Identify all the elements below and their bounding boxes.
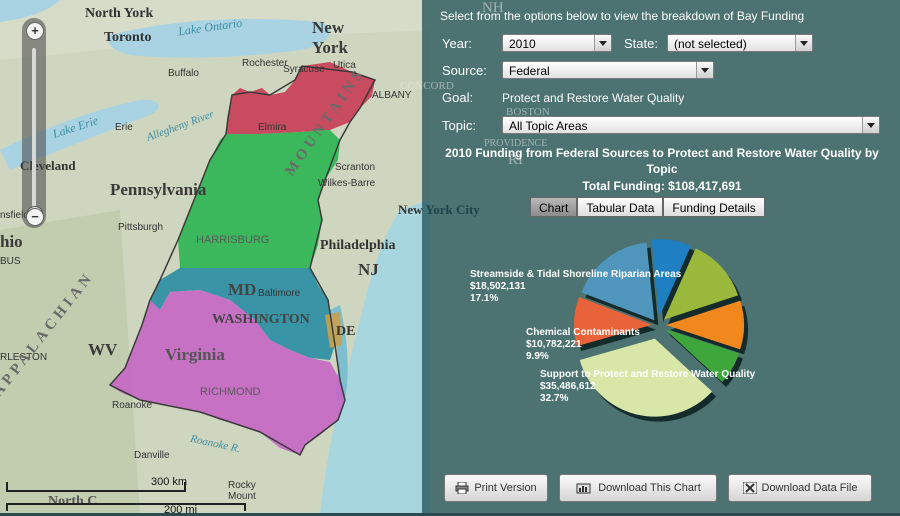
map-label-richmond: RICHMOND [200, 386, 261, 398]
map-label-nj: NJ [358, 260, 379, 279]
map-label-de: DE [336, 324, 356, 339]
pie-label-percent: 9.9% [526, 351, 549, 362]
map-label-md: MD [228, 280, 257, 299]
download-data-file-label: Download Data File [761, 482, 858, 494]
goal-label: Goal: [442, 90, 474, 105]
download-chart-button[interactable]: Download This Chart [559, 474, 717, 502]
scale-mi-label: 200 mi [164, 504, 198, 516]
pie-label-percent: 32.7% [540, 393, 568, 404]
year-select[interactable]: 2010 [502, 34, 612, 52]
pie-label-value: $18,502,131 [470, 281, 526, 292]
map-label-ohio: hio [0, 232, 23, 251]
map-label-pennsylvania: Pennsylvania [110, 180, 207, 199]
map-label-roanoke: Roanoke [112, 400, 153, 411]
topic-select-value: All Topic Areas [509, 119, 588, 133]
map-label-rochester: Rochester [242, 58, 288, 69]
source-label: Source: [442, 63, 487, 78]
source-select-value: Federal [509, 64, 550, 78]
scale-km-label: 300 km [151, 476, 188, 488]
pie-label-value: $35,486,612 [540, 381, 596, 392]
view-tabs: Chart Tabular Data Funding Details [530, 197, 765, 217]
topic-label: Topic: [442, 118, 476, 133]
map-label-virginia: Virginia [165, 345, 225, 364]
scale-bar: 300 km 200 mi [6, 476, 256, 516]
map-label-syracuse: Syracuse [283, 64, 325, 75]
chevron-down-icon [862, 117, 879, 133]
panel-intro: Select from the options below to view th… [440, 9, 805, 23]
map-label-wv: WV [88, 340, 118, 359]
map-label-scranton: Scranton [335, 162, 376, 173]
pie-label-name: Support to Protect and Restore Water Qua… [540, 369, 756, 380]
state-label: State: [624, 36, 658, 51]
pie-label-name: Streamside & Tidal Shoreline Riparian Ar… [470, 269, 682, 280]
excel-file-icon [742, 482, 757, 494]
chevron-down-icon [594, 35, 611, 51]
tab-chart[interactable]: Chart [530, 197, 578, 217]
print-version-label: Print Version [474, 482, 537, 494]
state-select-value: (not selected) [674, 37, 747, 51]
map-label-baltimore: Baltimore [258, 288, 301, 299]
map-label-philadelphia: Philadelphia [320, 238, 396, 253]
map-label-bus: BUS [0, 256, 21, 267]
map-label-buffalo: Buffalo [168, 68, 199, 79]
map-label-new-york: New York [312, 18, 348, 57]
zoom-control[interactable]: + − [22, 18, 46, 228]
printer-icon [455, 482, 469, 494]
pie-chart[interactable]: Streamside & Tidal Shoreline Riparian Ar… [422, 225, 900, 465]
tab-funding-details[interactable]: Funding Details [663, 197, 765, 217]
pie-label-value: $10,782,221 [526, 339, 582, 350]
pie-label-percent: 17.1% [470, 293, 498, 304]
chart-title: 2010 Funding from Federal Sources to Pro… [445, 146, 879, 176]
print-version-button[interactable]: Print Version [444, 474, 548, 502]
chevron-down-icon [795, 35, 812, 51]
map-label-north-york: North York [85, 6, 154, 21]
map-label-wilkes-barre: Wilkes-Barre [318, 178, 376, 189]
map-label-toronto: Toronto [104, 30, 152, 45]
goal-value: Protect and Restore Water Quality [502, 91, 685, 105]
year-select-value: 2010 [509, 37, 536, 51]
source-select[interactable]: Federal [502, 61, 714, 79]
year-label: Year: [442, 36, 472, 51]
tab-tabular-data[interactable]: Tabular Data [577, 197, 664, 217]
state-select[interactable]: (not selected) [667, 34, 813, 52]
zoom-slider-track[interactable] [32, 48, 36, 210]
map-label-erie: Erie [115, 122, 133, 133]
map-label-harrisburg: HARRISBURG [196, 234, 270, 246]
chevron-down-icon [696, 62, 713, 78]
download-chart-label: Download This Chart [598, 482, 701, 494]
map-label-elmira: Elmira [258, 122, 287, 133]
map-label-pittsburgh: Pittsburgh [118, 222, 164, 233]
pie-label-name: Chemical Contaminants [526, 327, 640, 338]
total-funding: Total Funding: $108,417,691 [582, 179, 742, 193]
zoom-in-button[interactable]: + [26, 22, 44, 40]
chart-download-icon [576, 483, 591, 494]
topic-select[interactable]: All Topic Areas [502, 116, 880, 134]
funding-panel: NH CONCORD BOSTON PROVIDENCE RI Select f… [400, 0, 900, 513]
download-data-file-button[interactable]: Download Data File [728, 474, 872, 502]
zoom-out-button[interactable]: − [26, 208, 44, 226]
map-label-danville: Danville [134, 450, 170, 461]
map-label-washington: WASHINGTON [212, 312, 310, 327]
